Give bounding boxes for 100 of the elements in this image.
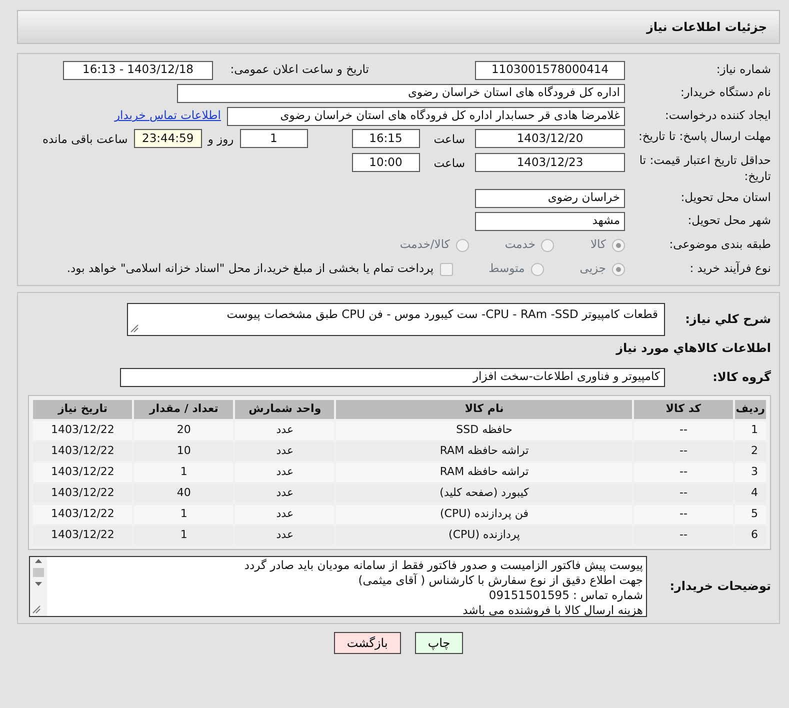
table-cell: 6 bbox=[734, 526, 766, 546]
text-field[interactable]: 1403/12/20 bbox=[475, 129, 625, 148]
text-field[interactable]: 1403/12/18 - 16:13 bbox=[63, 60, 213, 80]
field-label: ساعت bbox=[434, 155, 465, 172]
table-cell: فن پردازنده (CPU) bbox=[336, 505, 632, 524]
description-field[interactable]: قطعات کامپیوتر CPU - RAm -SSD- ست کیبورد موس - فن CPU طبق مشخصات پیوست bbox=[127, 303, 665, 336]
table-cell: عدد bbox=[235, 442, 334, 462]
field-label: مهلت ارسال پاسخ: تا تاریخ: bbox=[637, 129, 771, 145]
option-label: متوسط bbox=[488, 260, 525, 278]
scroll-down-icon[interactable] bbox=[34, 580, 43, 588]
field-label: گروه کالا: bbox=[712, 368, 771, 386]
notes-line: شماره تماس : 09151501595 bbox=[488, 588, 643, 603]
column-header: کد کالا bbox=[634, 400, 733, 420]
option-label: کالا bbox=[590, 236, 606, 254]
field-label: حداقل تاریخ اعتبار قیمت: تا تاریخ: bbox=[638, 153, 771, 184]
table-cell: عدد bbox=[235, 421, 334, 440]
option-label: خدمت bbox=[504, 236, 536, 254]
field-label: شهر محل تحویل: bbox=[686, 213, 771, 229]
table-cell: 1 bbox=[134, 505, 234, 524]
goods-group-field[interactable]: کامپیوتر و فناوری اطلاعات-سخت افزار bbox=[120, 368, 665, 387]
table-cell: -- bbox=[634, 442, 733, 462]
countdown-field[interactable]: 23:44:59 bbox=[134, 129, 202, 148]
description-text: قطعات کامپیوتر CPU - RAm -SSD- ست کیبورد موس - فن CPU طبق مشخصات پیوست bbox=[226, 307, 658, 322]
column-header: نام کالا bbox=[336, 400, 632, 420]
table-cell: -- bbox=[634, 526, 733, 546]
table-cell: 1403/12/22 bbox=[33, 505, 132, 524]
table-cell: تراشه حافظه RAM bbox=[336, 442, 632, 462]
table-cell: 1403/12/22 bbox=[33, 463, 132, 482]
field-label: نام دستگاه خریدار: bbox=[679, 85, 771, 101]
table-cell: -- bbox=[634, 463, 733, 482]
text-field[interactable]: 10:00 bbox=[352, 153, 420, 172]
radio-button[interactable] bbox=[456, 238, 469, 252]
column-header: تاریخ نیاز bbox=[33, 400, 132, 420]
resize-grip-icon[interactable] bbox=[32, 605, 41, 614]
text-field[interactable]: خراسان رضوی bbox=[475, 188, 625, 208]
field-label: روز و bbox=[208, 131, 234, 148]
field-label: ساعت bbox=[434, 131, 465, 148]
text-field[interactable]: مشهد bbox=[475, 212, 625, 231]
scrollbar-thumb[interactable] bbox=[33, 568, 44, 578]
table-cell: تراشه حافظه RAM bbox=[336, 463, 632, 482]
table-cell: عدد bbox=[235, 463, 334, 482]
field-label: نوع فرآیند خرید : bbox=[688, 261, 771, 277]
field-label: تاریخ و ساعت اعلان عمومی: bbox=[229, 61, 369, 78]
resize-grip-icon[interactable] bbox=[130, 324, 139, 334]
notes-line: جهت اطلاع دقیق از نوع سفارش با کارشناس ( آقای میثمی) bbox=[357, 572, 643, 588]
field-label: ایجاد کننده درخواست: bbox=[664, 108, 771, 124]
table-cell: -- bbox=[634, 484, 733, 504]
radio-button[interactable] bbox=[612, 238, 625, 252]
checkbox-label: پرداخت تمام یا بخشی از مبلغ خرید،از محل "اسناد خزانه اسلامی" خواهد بود. bbox=[66, 260, 434, 278]
radio-button[interactable] bbox=[530, 262, 544, 276]
field-label: شماره نیاز: bbox=[715, 62, 771, 78]
text-field[interactable]: غلامرضا هادی قر حسابدار اداره کل فرودگاه های استان خراسان رضوی bbox=[227, 106, 625, 126]
table-cell: 1 bbox=[134, 526, 234, 546]
field-label: ساعت باقی مانده bbox=[42, 131, 128, 148]
table-cell: حافظه SSD bbox=[336, 421, 632, 440]
back-button[interactable]: بازگشت bbox=[334, 632, 401, 654]
table-cell: 1403/12/22 bbox=[33, 526, 132, 546]
text-field[interactable]: 16:15 bbox=[352, 129, 420, 148]
section-heading: اطلاعات کالاهاي مورد نياز bbox=[614, 340, 771, 358]
option-label: جزیی bbox=[580, 260, 606, 278]
checkbox[interactable] bbox=[440, 262, 453, 276]
page-title: جزئیات اطلاعات نیاز bbox=[646, 19, 767, 36]
field-label: طبقه بندی موضوعی: bbox=[668, 237, 771, 253]
column-header: تعداد / مقدار bbox=[134, 400, 234, 420]
text-field[interactable]: 1403/12/23 bbox=[475, 153, 625, 172]
table-cell: عدد bbox=[235, 505, 334, 524]
table-cell: 20 bbox=[134, 421, 234, 440]
table-cell: 1403/12/22 bbox=[33, 421, 132, 440]
table-cell: 10 bbox=[134, 442, 234, 462]
contact-link[interactable]: اطلاعات تماس خریدار bbox=[114, 107, 221, 125]
field-label: استان محل تحویل: bbox=[680, 190, 771, 206]
table-cell: 40 bbox=[134, 484, 234, 504]
table-cell: کیبورد (صفحه کلید) bbox=[336, 484, 632, 504]
table-cell: 1403/12/22 bbox=[33, 442, 132, 462]
notes-field[interactable]: پیوست پیش فاکتور الزامیست و صدور فاکتور فقط از سامانه مودیان باید صادر گردد جهت اطلاع دقیق از نوع سفارش با کارشناس ( آقای میثمی) شماره تماس : 09151501595 هزینه ارسال کالا با فروشنده می باشد bbox=[29, 556, 647, 618]
table-cell: 1 bbox=[734, 421, 766, 440]
column-header: ردیف bbox=[734, 400, 766, 420]
text-field[interactable]: 1103001578000414 bbox=[475, 60, 625, 80]
table-cell: عدد bbox=[235, 484, 334, 504]
text-field[interactable]: اداره کل فرودگاه های استان خراسان رضوی bbox=[177, 84, 625, 102]
column-header: واحد شمارش bbox=[235, 400, 334, 420]
table-cell: عدد bbox=[235, 526, 334, 546]
table-cell: -- bbox=[634, 505, 733, 524]
notes-line: پیوست پیش فاکتور الزامیست و صدور فاکتور فقط از سامانه مودیان باید صادر گردد bbox=[243, 558, 643, 573]
table-cell: 4 bbox=[734, 484, 766, 504]
table-cell: 5 bbox=[734, 505, 766, 524]
field-label: شرح کلي نياز: bbox=[684, 311, 771, 328]
radio-button[interactable] bbox=[541, 238, 554, 252]
print-button[interactable]: چاپ bbox=[414, 632, 464, 654]
notes-line: هزینه ارسال کالا با فروشنده می باشد bbox=[462, 602, 643, 618]
scroll-up-icon[interactable] bbox=[34, 557, 43, 566]
text-field[interactable]: 1 bbox=[240, 129, 308, 148]
table-cell: 3 bbox=[734, 463, 766, 482]
field-label: توضیحات خریدار: bbox=[668, 578, 771, 595]
table-cell: -- bbox=[634, 421, 733, 440]
table-cell: 2 bbox=[734, 442, 766, 462]
table-cell: پردازنده (CPU) bbox=[336, 526, 632, 546]
table-cell: 1403/12/22 bbox=[33, 484, 132, 504]
option-label: کالا/خدمت bbox=[400, 236, 450, 254]
radio-button[interactable] bbox=[612, 262, 625, 276]
